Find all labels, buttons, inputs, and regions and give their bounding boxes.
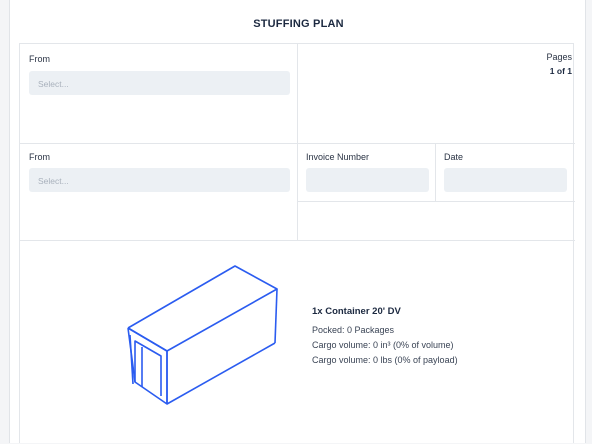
container-wireframe-icon <box>127 265 278 405</box>
pages-section: Pages 1 of 1 <box>298 44 575 144</box>
empty-cell <box>298 202 575 241</box>
container-info: 1x Container 20' DV Pocked: 0 Packages C… <box>312 306 458 370</box>
packed-count: Pocked: 0 Packages <box>312 325 395 335</box>
from-label-middle: From <box>29 152 50 162</box>
from-select-top[interactable]: Select... <box>29 71 290 95</box>
from-section-middle: From Select... <box>20 144 298 241</box>
plan-grid: From Select... Pages 1 of 1 From Select.… <box>19 43 575 444</box>
from-label-top: From <box>29 54 50 64</box>
stuffing-plan-sheet: STUFFING PLAN From Select... Pages 1 of … <box>9 0 586 443</box>
invoice-number-label: Invoice Number <box>306 152 370 162</box>
page-title: STUFFING PLAN <box>253 18 344 30</box>
date-input[interactable] <box>444 168 567 192</box>
from-section-top: From Select... <box>20 44 298 144</box>
cargo-volume: Cargo volume: 0 in³ (0% of volume) <box>312 340 454 350</box>
container-section: 1x Container 20' DV Pocked: 0 Packages C… <box>20 241 575 444</box>
invoice-section: Invoice Number <box>298 144 436 202</box>
date-section: Date <box>436 144 575 202</box>
from-select-middle[interactable]: Select... <box>29 168 290 192</box>
invoice-number-input[interactable] <box>306 168 429 192</box>
container-heading: 1x Container 20' DV <box>312 306 401 317</box>
date-label: Date <box>444 152 464 162</box>
pages-value: 1 of 1 <box>549 66 572 76</box>
cargo-weight: Cargo volume: 0 lbs (0% of payload) <box>312 355 458 365</box>
pages-label: Pages <box>546 52 572 62</box>
